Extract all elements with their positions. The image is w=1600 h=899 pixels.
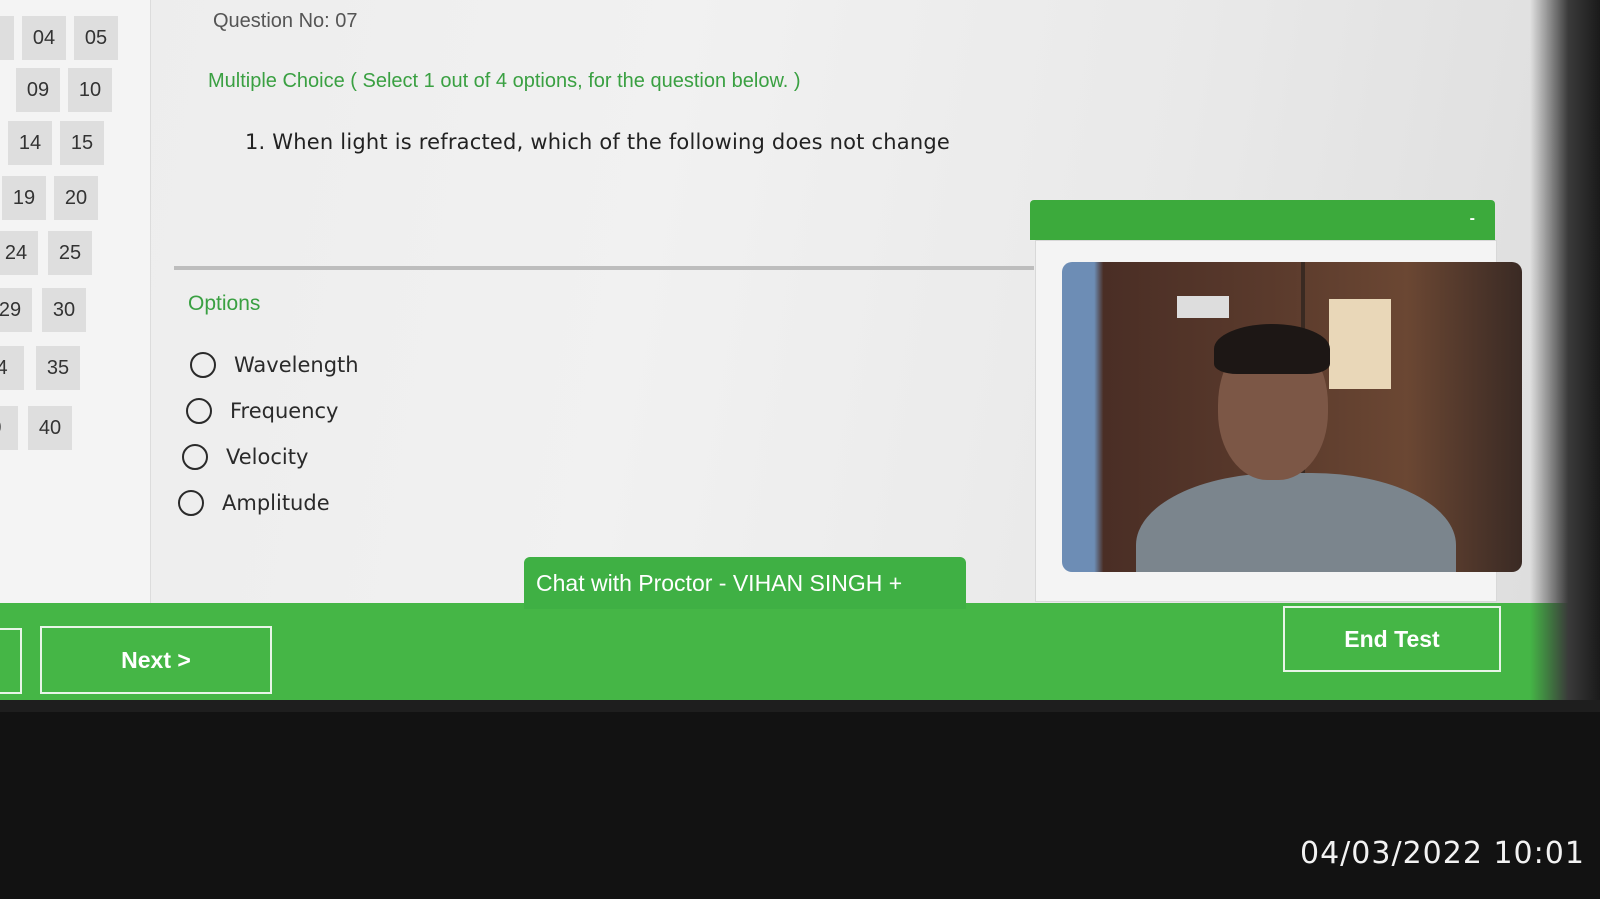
webcam-video xyxy=(1062,262,1522,572)
option-label: Velocity xyxy=(226,445,309,469)
options-heading: Options xyxy=(188,292,261,315)
radio-button[interactable] xyxy=(178,490,204,516)
option-frequency[interactable]: Frequency xyxy=(186,398,339,424)
palette-question-button[interactable]: 25 xyxy=(48,231,92,275)
end-test-button[interactable]: End Test xyxy=(1283,606,1501,672)
palette-question-button[interactable]: 29 xyxy=(0,288,32,332)
option-wavelength[interactable]: Wavelength xyxy=(190,352,359,378)
video-person-shirt xyxy=(1135,472,1456,572)
photo-timestamp: 04/03/2022 10:01 xyxy=(1300,836,1585,871)
radio-button[interactable] xyxy=(182,444,208,470)
option-velocity[interactable]: Velocity xyxy=(182,444,308,470)
palette-question-button[interactable]: 35 xyxy=(36,346,80,390)
palette-question-button[interactable]: 24 xyxy=(0,231,38,275)
question-number: Question No: 07 xyxy=(213,10,358,32)
monitor-bezel xyxy=(1530,0,1600,706)
radio-button[interactable] xyxy=(186,398,212,424)
palette-question-button[interactable]: 09 xyxy=(16,68,60,112)
option-label: Amplitude xyxy=(222,491,330,515)
palette-question-button[interactable]: 30 xyxy=(42,288,86,332)
question-text: 1. When light is refracted, which of the… xyxy=(245,130,950,154)
option-label: Frequency xyxy=(230,399,339,423)
radio-button[interactable] xyxy=(190,352,216,378)
previous-button[interactable] xyxy=(0,628,22,694)
video-sticker xyxy=(1177,296,1229,319)
option-label: Wavelength xyxy=(234,353,359,377)
palette-question-button[interactable]: 10 xyxy=(68,68,112,112)
monitor-bezel-bottom xyxy=(0,700,1600,712)
palette-question-button[interactable]: 05 xyxy=(74,16,118,60)
palette-question-button[interactable]: 04 xyxy=(22,16,66,60)
palette-question-button[interactable]: 4 xyxy=(0,346,24,390)
divider xyxy=(174,266,1034,270)
palette-question-button[interactable]: 19 xyxy=(2,176,46,220)
palette-question-button[interactable]: 3 xyxy=(0,16,14,60)
video-poster xyxy=(1328,299,1391,390)
minimize-button[interactable]: - xyxy=(1470,210,1475,228)
next-button[interactable]: Next > xyxy=(40,626,272,694)
chat-with-proctor-button[interactable]: Chat with Proctor - VIHAN SINGH + xyxy=(524,557,966,609)
video-person-hair xyxy=(1213,324,1330,374)
palette-question-button[interactable]: 9 xyxy=(0,406,18,450)
question-palette: 3 04 05 09 10 14 15 19 20 24 25 29 30 4 … xyxy=(0,0,151,620)
palette-question-button[interactable]: 40 xyxy=(28,406,72,450)
question-type-label: Multiple Choice ( Select 1 out of 4 opti… xyxy=(208,70,801,92)
palette-question-button[interactable]: 15 xyxy=(60,121,104,165)
palette-question-button[interactable]: 14 xyxy=(8,121,52,165)
exam-screen: 3 04 05 09 10 14 15 19 20 24 25 29 30 4 … xyxy=(0,0,1600,706)
palette-question-button[interactable]: 20 xyxy=(54,176,98,220)
proctor-panel-header: - xyxy=(1030,200,1495,240)
option-amplitude[interactable]: Amplitude xyxy=(178,490,330,516)
